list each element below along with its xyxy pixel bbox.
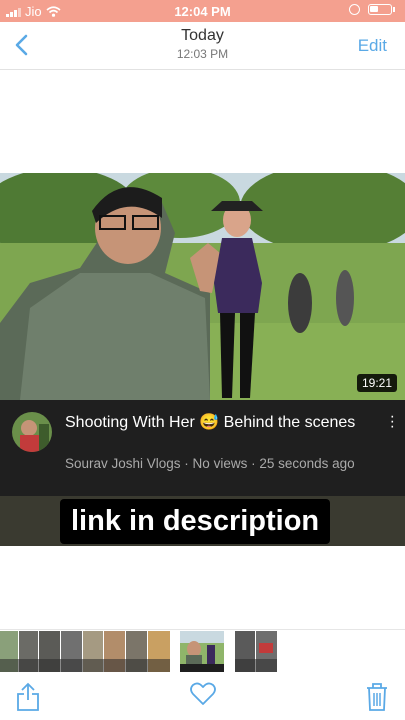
video-subtitle: Sourav Joshi Vlogs · No views · 25 secon… xyxy=(65,456,355,471)
video-thumbnail-image xyxy=(0,173,405,400)
trash-icon[interactable] xyxy=(365,682,389,712)
photo-view[interactable]: 19:21 Shooting With Her 😅 Behind the sce… xyxy=(0,173,405,546)
thumbnail-strip[interactable] xyxy=(0,629,405,673)
nav-subtitle: 12:03 PM xyxy=(176,47,229,61)
nav-title: Today xyxy=(181,27,224,44)
battery-tip xyxy=(393,7,395,12)
share-icon[interactable] xyxy=(16,682,40,712)
heart-icon[interactable] xyxy=(190,682,216,706)
status-bar: Jio 12:04 PM xyxy=(0,0,405,22)
thumbnail-current[interactable] xyxy=(180,631,224,672)
thumbnail-group-2[interactable] xyxy=(235,631,277,672)
edit-button[interactable]: Edit xyxy=(358,36,387,56)
video-title: Shooting With Her 😅 Behind the scenes xyxy=(65,414,356,431)
thumbnail-group-1[interactable] xyxy=(0,631,170,672)
nav-bar: Today 12:03 PM Edit xyxy=(0,22,405,70)
status-time: 12:04 PM xyxy=(174,4,231,19)
orientation-lock-icon xyxy=(349,4,360,15)
bottom-toolbar xyxy=(0,674,405,720)
more-options-icon: · · · xyxy=(389,408,395,435)
video-duration: 19:21 xyxy=(356,374,397,392)
status-right xyxy=(349,4,395,15)
channel-avatar xyxy=(12,412,52,452)
caption-text: link in description xyxy=(60,499,331,544)
battery-icon xyxy=(368,4,392,15)
video-meta: Shooting With Her 😅 Behind the scenes So… xyxy=(0,400,405,496)
